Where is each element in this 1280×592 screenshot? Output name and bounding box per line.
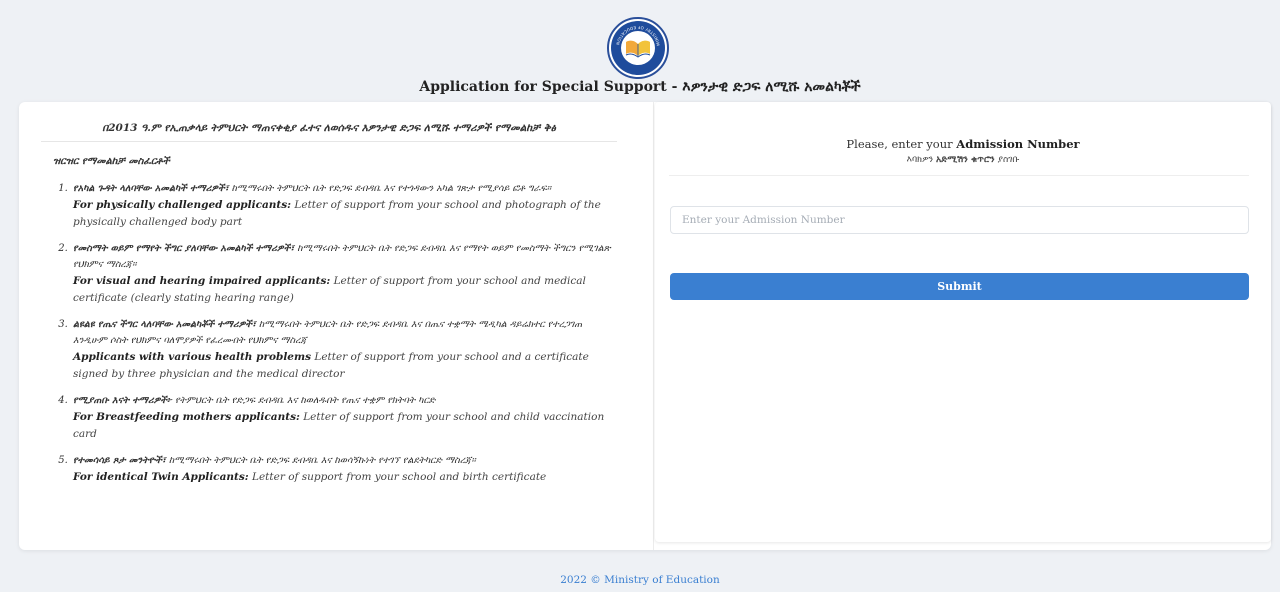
panel-divider [653, 102, 654, 550]
list-item: የመስማት ወይም የማየት ችግር ያለባቸው አመልካች ተማሪዎች፣ ከሚ… [71, 241, 617, 307]
prompt-divider [669, 175, 1249, 176]
submit-button[interactable]: Submit [670, 273, 1249, 300]
ministry-logo: MINISTRY OF EDUCATION [607, 17, 669, 79]
requirements-panel: በ2013 ዓ.ም የኢጠቃላይ ትምህርት ማጠናቀቂያ ፈተና ለወሰዱና … [19, 102, 639, 550]
page-title: Application for Special Support - እዎንታዊ … [419, 79, 861, 95]
list-item: የአካል ጉዳት ላለባቸው አመልካች ተማሪዎች፣ ከሚማሩበት ትምህርት… [71, 181, 617, 231]
admission-number-input[interactable] [670, 206, 1249, 234]
list-item: የተመሳሳይ ጾታ መንትዮች፣ ከሚማሩበት ትምህርት ቤት የድጋፍ ደብ… [71, 453, 617, 486]
svg-text:MINISTRY OF EDUCATION: MINISTRY OF EDUCATION [615, 25, 661, 46]
list-item: ልዩልዩ የጤና ችግር ላለባቸው አመልካቾች ተማሪዎች፣ ከሚማሩበት … [71, 317, 617, 383]
list-item: የሚያጠቡ እናት ተማሪዎች፦ የትምህርት ቤት የድጋፍ ደብዳቤ እና … [71, 393, 617, 443]
admission-form-panel: Please, enter your Admission Number እባክዎ… [655, 102, 1271, 542]
requirements-list: የአካል ጉዳት ላለባቸው አመልካች ተማሪዎች፣ ከሚማሩበት ትምህርት… [71, 181, 617, 486]
admission-prompt-amharic: እባክዎን አድሚሽን ቁጥሮን ያስገቡ [906, 155, 1020, 165]
application-card: በ2013 ዓ.ም የኢጠቃላይ ትምህርት ማጠናቀቂያ ፈተና ለወሰዱና … [19, 102, 1271, 550]
requirements-heading: በ2013 ዓ.ም የኢጠቃላይ ትምህርት ማጠናቀቂያ ፈተና ለወሰዱና … [41, 122, 617, 142]
page-header: MINISTRY OF EDUCATION Application for Sp… [0, 0, 1280, 100]
footer-copyright: 2022 © Ministry of Education [560, 574, 720, 586]
instructions-label: ዝርዝር የማመልከቻ መስፈርቶች [53, 156, 170, 167]
admission-prompt: Please, enter your Admission Number [846, 137, 1080, 151]
logo-ring-icon: MINISTRY OF EDUCATION [615, 25, 661, 46]
logo-emblem: MINISTRY OF EDUCATION [611, 21, 665, 75]
